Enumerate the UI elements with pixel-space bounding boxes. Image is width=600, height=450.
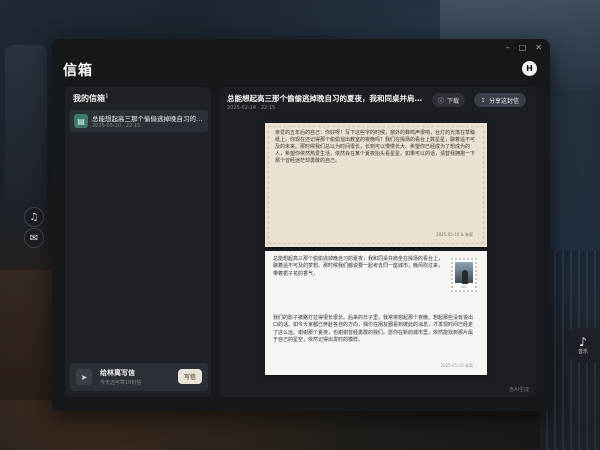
download-label: 下载	[447, 97, 460, 105]
ai-generated-note: 含AI生成	[509, 387, 529, 393]
mailbox-heading-label: 我的信箱	[73, 94, 105, 103]
info-icon: ⓘ	[438, 97, 445, 105]
write-card-subtitle: 今天还可寄10封信	[100, 380, 142, 386]
mailbox-count: 1	[105, 93, 109, 100]
stamp-photo	[455, 262, 473, 284]
letter-date: 2025-02-14 · 22:15	[227, 105, 276, 111]
paper-plane-icon: ➤	[76, 369, 92, 385]
handwritten-letter-text: 亲爱的五年后的自己：你好呀！写下这些字的时候，窗外的蝉鸣声很响，台灯的光落在草稿…	[275, 130, 476, 164]
maximize-icon[interactable]: □	[519, 43, 527, 52]
letter-list-item[interactable]: ▤ 总能想起高三那个偷偷逃掉晚自习的夏夜，我和同桌并… 2025-05-10 ·…	[70, 110, 208, 132]
book-icon: ▤	[74, 114, 88, 128]
download-button[interactable]: ⓘ 下载	[432, 93, 466, 107]
stamp-caption: 林离	[460, 285, 467, 289]
notification-icon[interactable]: ✉	[24, 228, 44, 248]
close-icon[interactable]: ✕	[535, 43, 542, 52]
mailbox-heading: 我的信箱1	[73, 93, 108, 104]
mailbox-list-panel: 我的信箱1 ▤ 总能想起高三那个偷偷逃掉晚自习的夏夜，我和同桌并… 2025-0…	[65, 87, 211, 397]
typed-letter-text-top: 总能想起高三那个偷偷逃掉晚自习的夏夜，我和同桌并肩坐在操场的看台上，聊着遥不可及…	[273, 256, 444, 277]
write-letter-card: ➤ 给林离写信 今天还可寄10封信 写信	[70, 363, 208, 391]
music-float-button[interactable]: ♪ 音乐	[568, 328, 598, 362]
music-label: 音乐	[577, 348, 588, 355]
music-note-icon[interactable]: ♫	[24, 207, 44, 227]
window-controls: – □ ✕	[506, 43, 542, 52]
typed-letter-text-rest: 我们的影子被路灯拉得很长很长。后来的日子里，我常常想起那个夜晚，想起那些没有说出…	[273, 315, 474, 343]
music-icon: ♪	[579, 334, 587, 349]
handwritten-letter-date: 2025-05-10 & 林离	[436, 232, 473, 237]
letter-detail-panel: 总能想起高三那个偷偷逃掉晚自习的夏夜，我和同桌并肩… 2025-02-14 · …	[219, 87, 537, 397]
minimize-icon[interactable]: –	[506, 43, 510, 52]
letter-item-date: 2025-05-10 · 22:15	[92, 123, 141, 129]
share-icon: ⇪	[481, 96, 487, 104]
write-card-title: 给林离写信	[100, 369, 135, 377]
share-label: 分享这封信	[489, 97, 520, 105]
mailbox-window: – □ ✕ 信箱 H 我的信箱1 ▤ 总能想起高三那个偷偷逃掉晚自习的夏夜，我和…	[52, 39, 550, 411]
photo-stamp: 林离	[451, 258, 477, 292]
avatar[interactable]: H	[522, 61, 537, 76]
handwritten-letter-page: 亲爱的五年后的自己：你好呀！写下这些字的时候，窗外的蝉鸣声很响，台灯的光落在草稿…	[265, 123, 487, 247]
share-letter-button[interactable]: ⇪ 分享这封信	[474, 93, 527, 107]
typed-letter-page: 总能想起高三那个偷偷逃掉晚自习的夏夜，我和同桌并肩坐在操场的看台上，聊着遥不可及…	[265, 251, 487, 375]
background-photo-frame	[5, 45, 47, 235]
page-title: 信箱	[63, 63, 93, 79]
letter-item-title: 总能想起高三那个偷偷逃掉晚自习的夏夜，我和同桌并…	[92, 115, 204, 123]
write-letter-button[interactable]: 写信	[177, 369, 202, 384]
typed-letter-date: 2025-05-10 林离	[440, 363, 473, 368]
letter-title: 总能想起高三那个偷偷逃掉晚自习的夏夜，我和同桌并肩…	[227, 94, 422, 103]
